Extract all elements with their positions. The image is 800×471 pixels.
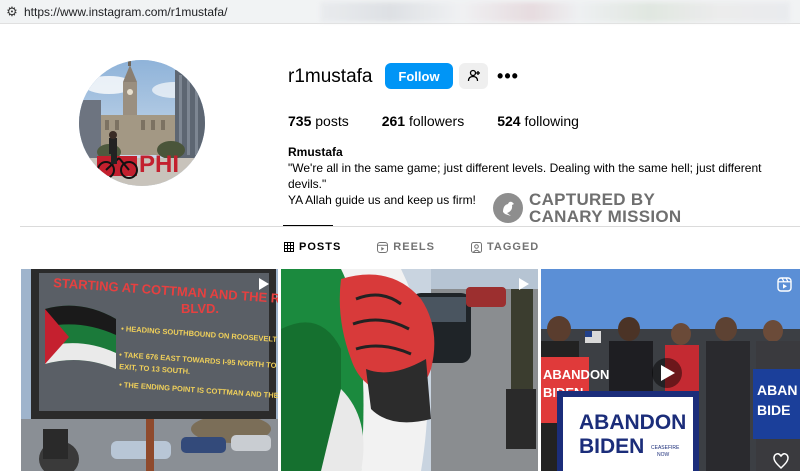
add-person-icon: [467, 69, 480, 82]
profile-tabs: POSTS REELS TAGGED: [284, 241, 575, 253]
post-3-podium-small: CEASEFIRE: [651, 445, 680, 451]
tab-posts-label: POSTS: [299, 241, 342, 253]
tab-posts[interactable]: POSTS: [284, 241, 341, 253]
following-count: 524: [497, 113, 521, 129]
follow-button[interactable]: Follow: [385, 63, 453, 89]
posts-stat: 735 posts: [288, 113, 349, 129]
followers-label: followers: [408, 113, 465, 129]
canary-mission-watermark: CAPTURED BY CANARY MISSION: [493, 191, 686, 225]
tab-tagged-label: TAGGED: [486, 241, 540, 253]
svg-text:PHI: PHI: [139, 151, 179, 178]
bio-line-1: "We're all in the same game; just differ…: [288, 161, 762, 191]
reels-icon: [377, 241, 389, 253]
canary-bird-icon: [493, 193, 523, 223]
tab-tagged[interactable]: TAGGED: [470, 241, 540, 253]
post-thumbnail[interactable]: ABANDON BIDEN ABANDON BIDEN CEASEFIRE NO…: [541, 269, 800, 471]
tab-reels-label: REELS: [393, 241, 435, 253]
more-options-icon: •••: [497, 65, 519, 86]
profile-username: r1mustafa: [288, 66, 373, 87]
active-tab-indicator: [283, 225, 333, 226]
profile-full-name: Rmustafa: [288, 145, 343, 159]
post-1-image: STARTING AT COTTMAN AND THE ROOSEVELT BL…: [21, 269, 278, 471]
grid-icon: [284, 242, 294, 252]
post-3-image: ABANDON BIDEN ABANDON BIDEN CEASEFIRE NO…: [541, 269, 800, 471]
post-1-sign-line-2: BLVD.: [181, 301, 219, 316]
post-3-podium-line-1: ABANDON: [579, 411, 686, 434]
browser-address-bar[interactable]: ⚙ https://www.instagram.com/r1mustafa/: [0, 0, 800, 24]
blurred-toolbar-region: [320, 2, 790, 22]
post-thumbnail[interactable]: STARTING AT COTTMAN AND THE ROOSEVELT BL…: [21, 269, 278, 471]
followers-count: 261: [381, 113, 406, 129]
post-3-sign-right: ABAN: [757, 382, 797, 398]
posts-label: posts: [315, 113, 349, 129]
video-icon: [516, 277, 530, 296]
reel-icon: [777, 277, 792, 297]
tagged-icon: [470, 241, 482, 253]
video-icon: [256, 277, 270, 296]
site-settings-icon[interactable]: ⚙: [2, 4, 22, 20]
post-thumbnail[interactable]: [281, 269, 538, 471]
tabs-divider: [20, 226, 800, 227]
url-text[interactable]: https://www.instagram.com/r1mustafa/: [24, 5, 227, 19]
posts-count: 735: [288, 113, 312, 129]
suggested-accounts-button[interactable]: [459, 63, 488, 89]
post-3-podium-small: NOW: [657, 452, 670, 458]
watermark-line-1: CAPTURED BY: [529, 190, 656, 209]
post-3-podium-line-2: BIDEN: [579, 435, 644, 458]
following-stat[interactable]: 524 following: [497, 113, 579, 129]
avatar-photo: PHI: [79, 60, 205, 186]
profile-avatar[interactable]: PHI: [79, 60, 205, 186]
post-3-sign-right: BIDE: [757, 402, 790, 418]
watermark-line-2: CANARY MISSION: [529, 207, 682, 226]
post-3-sign-left: ABANDON: [543, 367, 609, 382]
following-label: following: [524, 113, 579, 129]
profile-stats: 735 posts 261 followers 524 following: [288, 113, 612, 129]
post-2-image: [281, 269, 538, 471]
more-options-button[interactable]: •••: [497, 65, 519, 87]
tab-reels[interactable]: REELS: [377, 241, 435, 253]
followers-stat[interactable]: 261 followers: [382, 113, 465, 129]
